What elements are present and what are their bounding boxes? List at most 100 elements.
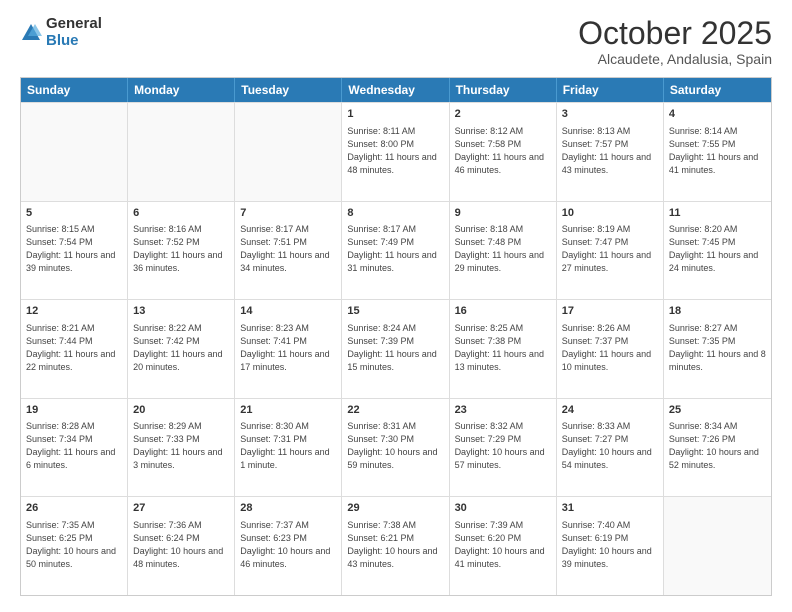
cell-day-number: 30 bbox=[455, 501, 551, 516]
calendar-cell-empty-6 bbox=[664, 497, 771, 595]
cell-day-number: 11 bbox=[669, 206, 766, 221]
cell-info: Sunrise: 8:24 AM Sunset: 7:39 PM Dayligh… bbox=[347, 322, 443, 374]
calendar-cell-11: 11 Sunrise: 8:20 AM Sunset: 7:45 PM Dayli… bbox=[664, 202, 771, 300]
cell-day-number: 6 bbox=[133, 206, 229, 221]
logo-blue-text: Blue bbox=[46, 33, 102, 50]
calendar-row-2: 5Sunrise: 8:15 AM Sunset: 7:54 PM Daylig… bbox=[21, 201, 771, 300]
cell-day-number: 15 bbox=[347, 304, 443, 319]
cell-info: Sunrise: 8:17 AM Sunset: 7:49 PM Dayligh… bbox=[347, 223, 443, 275]
cell-info: Sunrise: 8:34 AM Sunset: 7:26 PM Dayligh… bbox=[669, 420, 766, 472]
calendar-header: SundayMondayTuesdayWednesdayThursdayFrid… bbox=[21, 78, 771, 102]
calendar-cell-29: 29 Sunrise: 7:38 AM Sunset: 6:21 PM Dayli… bbox=[342, 497, 449, 595]
calendar-cell-28: 28 Sunrise: 7:37 AM Sunset: 6:23 PM Dayli… bbox=[235, 497, 342, 595]
cell-day-number: 9 bbox=[455, 206, 551, 221]
calendar-cell-21: 21 Sunrise: 8:30 AM Sunset: 7:31 PM Dayli… bbox=[235, 399, 342, 497]
calendar-cell-30: 30 Sunrise: 7:39 AM Sunset: 6:20 PM Dayli… bbox=[450, 497, 557, 595]
calendar-cell-26: 26 Sunrise: 7:35 AM Sunset: 6:25 PM Dayli… bbox=[21, 497, 128, 595]
cell-day-number: 10 bbox=[562, 206, 658, 221]
calendar-cell-4: 4 Sunrise: 8:14 AM Sunset: 7:55 PM Daylig… bbox=[664, 103, 771, 201]
cell-day-number: 20 bbox=[133, 403, 229, 418]
cell-day-number: 19 bbox=[26, 403, 122, 418]
cell-info: Sunrise: 7:36 AM Sunset: 6:24 PM Dayligh… bbox=[133, 519, 229, 571]
cell-day-number: 28 bbox=[240, 501, 336, 516]
calendar-cell-27: 27 Sunrise: 7:36 AM Sunset: 6:24 PM Dayli… bbox=[128, 497, 235, 595]
calendar: SundayMondayTuesdayWednesdayThursdayFrid… bbox=[20, 77, 772, 596]
cell-day-number: 23 bbox=[455, 403, 551, 418]
weekday-header-friday: Friday bbox=[557, 78, 664, 102]
cell-day-number: 27 bbox=[133, 501, 229, 516]
calendar-cell-empty-1 bbox=[128, 103, 235, 201]
cell-info: Sunrise: 8:11 AM Sunset: 8:00 PM Dayligh… bbox=[347, 125, 443, 177]
calendar-row-1: 1 Sunrise: 8:11 AM Sunset: 8:00 PM Daylig… bbox=[21, 102, 771, 201]
calendar-cell-24: 24Sunrise: 8:33 AM Sunset: 7:27 PM Dayli… bbox=[557, 399, 664, 497]
cell-day-number: 4 bbox=[669, 107, 766, 122]
cell-day-number: 18 bbox=[669, 304, 766, 319]
cell-info: Sunrise: 8:30 AM Sunset: 7:31 PM Dayligh… bbox=[240, 420, 336, 472]
cell-info: Sunrise: 8:22 AM Sunset: 7:42 PM Dayligh… bbox=[133, 322, 229, 374]
calendar-cell-23: 23 Sunrise: 8:32 AM Sunset: 7:29 PM Dayli… bbox=[450, 399, 557, 497]
logo-icon bbox=[20, 22, 42, 44]
calendar-cell-13: 13 Sunrise: 8:22 AM Sunset: 7:42 PM Dayli… bbox=[128, 300, 235, 398]
cell-day-number: 29 bbox=[347, 501, 443, 516]
calendar-cell-31: 31Sunrise: 7:40 AM Sunset: 6:19 PM Dayli… bbox=[557, 497, 664, 595]
calendar-row-5: 26 Sunrise: 7:35 AM Sunset: 6:25 PM Dayli… bbox=[21, 496, 771, 595]
calendar-body: 1 Sunrise: 8:11 AM Sunset: 8:00 PM Daylig… bbox=[21, 102, 771, 595]
calendar-cell-5: 5Sunrise: 8:15 AM Sunset: 7:54 PM Daylig… bbox=[21, 202, 128, 300]
cell-info: Sunrise: 8:17 AM Sunset: 7:51 PM Dayligh… bbox=[240, 223, 336, 275]
calendar-cell-1: 1 Sunrise: 8:11 AM Sunset: 8:00 PM Daylig… bbox=[342, 103, 449, 201]
cell-info: Sunrise: 8:15 AM Sunset: 7:54 PM Dayligh… bbox=[26, 223, 122, 275]
cell-info: Sunrise: 7:37 AM Sunset: 6:23 PM Dayligh… bbox=[240, 519, 336, 571]
cell-info: Sunrise: 8:20 AM Sunset: 7:45 PM Dayligh… bbox=[669, 223, 766, 275]
calendar-cell-8: 8 Sunrise: 8:17 AM Sunset: 7:49 PM Daylig… bbox=[342, 202, 449, 300]
cell-info: Sunrise: 8:14 AM Sunset: 7:55 PM Dayligh… bbox=[669, 125, 766, 177]
weekday-header-thursday: Thursday bbox=[450, 78, 557, 102]
cell-info: Sunrise: 8:26 AM Sunset: 7:37 PM Dayligh… bbox=[562, 322, 658, 374]
cell-day-number: 13 bbox=[133, 304, 229, 319]
calendar-cell-7: 7 Sunrise: 8:17 AM Sunset: 7:51 PM Daylig… bbox=[235, 202, 342, 300]
cell-info: Sunrise: 7:40 AM Sunset: 6:19 PM Dayligh… bbox=[562, 519, 658, 571]
cell-info: Sunrise: 8:25 AM Sunset: 7:38 PM Dayligh… bbox=[455, 322, 551, 374]
page-header: General Blue October 2025 Alcaudete, And… bbox=[20, 16, 772, 67]
cell-day-number: 25 bbox=[669, 403, 766, 418]
cell-day-number: 17 bbox=[562, 304, 658, 319]
cell-info: Sunrise: 8:23 AM Sunset: 7:41 PM Dayligh… bbox=[240, 322, 336, 374]
cell-day-number: 22 bbox=[347, 403, 443, 418]
cell-info: Sunrise: 8:28 AM Sunset: 7:34 PM Dayligh… bbox=[26, 420, 122, 472]
logo-general-text: General bbox=[46, 16, 102, 33]
calendar-cell-3: 3Sunrise: 8:13 AM Sunset: 7:57 PM Daylig… bbox=[557, 103, 664, 201]
calendar-cell-empty-0 bbox=[21, 103, 128, 201]
title-block: October 2025 Alcaudete, Andalusia, Spain bbox=[578, 16, 772, 67]
cell-day-number: 8 bbox=[347, 206, 443, 221]
location: Alcaudete, Andalusia, Spain bbox=[578, 51, 772, 67]
calendar-cell-9: 9 Sunrise: 8:18 AM Sunset: 7:48 PM Daylig… bbox=[450, 202, 557, 300]
calendar-row-4: 19 Sunrise: 8:28 AM Sunset: 7:34 PM Dayli… bbox=[21, 398, 771, 497]
cell-day-number: 12 bbox=[26, 304, 122, 319]
cell-info: Sunrise: 8:31 AM Sunset: 7:30 PM Dayligh… bbox=[347, 420, 443, 472]
calendar-cell-12: 12Sunrise: 8:21 AM Sunset: 7:44 PM Dayli… bbox=[21, 300, 128, 398]
cell-day-number: 1 bbox=[347, 107, 443, 122]
cell-info: Sunrise: 7:35 AM Sunset: 6:25 PM Dayligh… bbox=[26, 519, 122, 571]
calendar-cell-empty-2 bbox=[235, 103, 342, 201]
cell-info: Sunrise: 7:39 AM Sunset: 6:20 PM Dayligh… bbox=[455, 519, 551, 571]
calendar-cell-20: 20Sunrise: 8:29 AM Sunset: 7:33 PM Dayli… bbox=[128, 399, 235, 497]
cell-info: Sunrise: 7:38 AM Sunset: 6:21 PM Dayligh… bbox=[347, 519, 443, 571]
month-title: October 2025 bbox=[578, 16, 772, 51]
weekday-header-wednesday: Wednesday bbox=[342, 78, 449, 102]
calendar-cell-18: 18Sunrise: 8:27 AM Sunset: 7:35 PM Dayli… bbox=[664, 300, 771, 398]
logo: General Blue bbox=[20, 16, 102, 49]
cell-info: Sunrise: 8:18 AM Sunset: 7:48 PM Dayligh… bbox=[455, 223, 551, 275]
cell-day-number: 26 bbox=[26, 501, 122, 516]
cell-day-number: 7 bbox=[240, 206, 336, 221]
cell-info: Sunrise: 8:13 AM Sunset: 7:57 PM Dayligh… bbox=[562, 125, 658, 177]
calendar-cell-19: 19 Sunrise: 8:28 AM Sunset: 7:34 PM Dayli… bbox=[21, 399, 128, 497]
weekday-header-saturday: Saturday bbox=[664, 78, 771, 102]
calendar-cell-17: 17 Sunrise: 8:26 AM Sunset: 7:37 PM Dayli… bbox=[557, 300, 664, 398]
weekday-header-monday: Monday bbox=[128, 78, 235, 102]
cell-info: Sunrise: 8:32 AM Sunset: 7:29 PM Dayligh… bbox=[455, 420, 551, 472]
calendar-cell-14: 14Sunrise: 8:23 AM Sunset: 7:41 PM Dayli… bbox=[235, 300, 342, 398]
calendar-cell-22: 22 Sunrise: 8:31 AM Sunset: 7:30 PM Dayli… bbox=[342, 399, 449, 497]
cell-day-number: 21 bbox=[240, 403, 336, 418]
cell-info: Sunrise: 8:12 AM Sunset: 7:58 PM Dayligh… bbox=[455, 125, 551, 177]
cell-info: Sunrise: 8:16 AM Sunset: 7:52 PM Dayligh… bbox=[133, 223, 229, 275]
calendar-cell-16: 16Sunrise: 8:25 AM Sunset: 7:38 PM Dayli… bbox=[450, 300, 557, 398]
